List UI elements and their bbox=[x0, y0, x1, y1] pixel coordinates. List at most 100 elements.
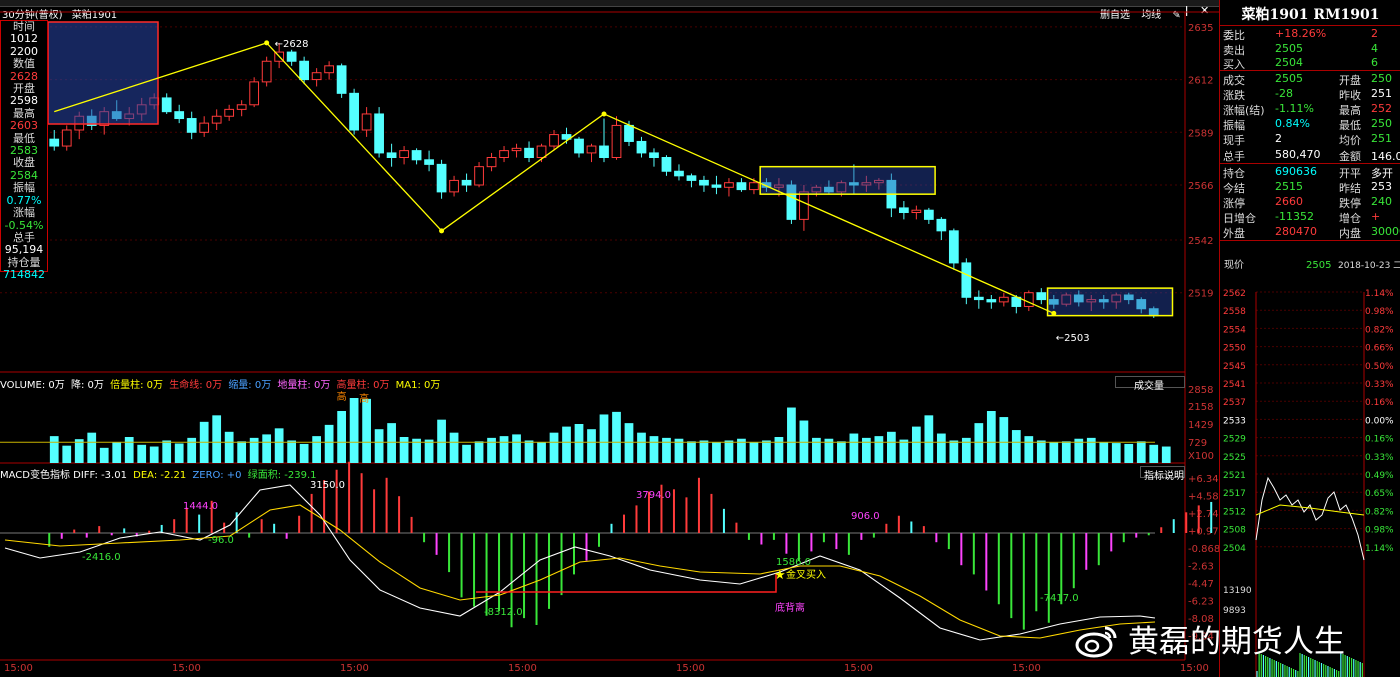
volume-bar bbox=[337, 411, 346, 463]
quote-value: 30000 bbox=[1371, 225, 1400, 238]
candle bbox=[998, 296, 1009, 303]
volume-bar bbox=[1099, 442, 1109, 463]
mini-pct-tick: 0.65% bbox=[1365, 489, 1394, 499]
time-label: 15:00 bbox=[340, 663, 369, 674]
volume-bar bbox=[862, 437, 871, 463]
golden-cross-note: 金叉买入 bbox=[786, 568, 826, 581]
volume-bar bbox=[237, 441, 247, 463]
volume-bar bbox=[374, 429, 384, 463]
volume-bar bbox=[587, 429, 596, 463]
quote-value: 250 bbox=[1371, 72, 1392, 85]
candle bbox=[499, 150, 509, 158]
volume-bar bbox=[187, 437, 197, 463]
quote-row: 日增仓 -11352 增仓 + bbox=[1223, 210, 1400, 225]
candle bbox=[399, 150, 409, 158]
quote-value: 2515 bbox=[1275, 180, 1303, 193]
indicator-select[interactable]: 成交量 bbox=[1115, 376, 1185, 392]
candle bbox=[524, 147, 534, 158]
candle bbox=[386, 152, 397, 159]
quote-value: 2504 bbox=[1275, 56, 1303, 69]
volume-bar bbox=[774, 437, 784, 463]
quote-value: 240 bbox=[1371, 195, 1392, 208]
quote-divider bbox=[1220, 163, 1400, 164]
info-row: 714842 bbox=[3, 268, 45, 282]
macd-tick-label: -6.23 bbox=[1188, 597, 1214, 608]
candle bbox=[724, 182, 734, 188]
volume-bar bbox=[899, 439, 909, 463]
quote-label: 最高 bbox=[1339, 104, 1361, 117]
mini-price-tick: 2504 bbox=[1223, 544, 1246, 554]
volume-bar bbox=[537, 442, 546, 463]
volume-bar bbox=[1061, 441, 1071, 463]
candle bbox=[799, 191, 809, 220]
info-row: 收盘 bbox=[13, 156, 35, 170]
candle bbox=[923, 209, 934, 220]
candle bbox=[511, 147, 522, 152]
vol-item: 缩量: 0万 bbox=[228, 380, 272, 391]
macd-item: MACD变色指标 DIFF: -3.01 bbox=[0, 470, 127, 481]
volume-bar bbox=[687, 441, 696, 463]
candle bbox=[286, 51, 297, 62]
vol-item: 倍量柱: 0万 bbox=[110, 380, 164, 391]
macd-value-label: -2416.0 bbox=[82, 552, 121, 563]
mini-pct-tick: 0.82% bbox=[1365, 325, 1394, 335]
mini-price-tick: 2517 bbox=[1223, 489, 1246, 499]
mini-pct-tick: 0.33% bbox=[1365, 380, 1394, 390]
volume-bar bbox=[99, 447, 109, 463]
volume-bar bbox=[1011, 430, 1021, 463]
volume-bar bbox=[961, 437, 971, 463]
candle bbox=[174, 111, 185, 120]
mini-price-tick: 2508 bbox=[1223, 526, 1246, 536]
volume-high-label: 高 bbox=[337, 390, 347, 403]
candle bbox=[649, 152, 659, 159]
quote-value: +18.26% bbox=[1275, 27, 1327, 40]
volume-bar bbox=[62, 445, 72, 463]
quote-row: 委比 +18.26% 2 bbox=[1223, 27, 1400, 42]
volume-bar bbox=[874, 436, 884, 463]
quote-value: 2660 bbox=[1275, 195, 1303, 208]
candle bbox=[686, 175, 697, 181]
quote-value: 多开 bbox=[1371, 167, 1393, 180]
time-label: 15:00 bbox=[508, 663, 537, 674]
candle bbox=[898, 207, 909, 214]
time-label: 15:00 bbox=[844, 663, 873, 674]
time-label: 15:00 bbox=[676, 663, 705, 674]
price-tick-label: 2612 bbox=[1188, 76, 1213, 87]
volume-bar bbox=[637, 432, 646, 463]
quote-row: 涨停 2660 跌停 240 bbox=[1223, 195, 1400, 210]
volume-tick-label: 2158 bbox=[1188, 402, 1213, 413]
volume-bar bbox=[787, 407, 796, 463]
mini-price-line bbox=[1255, 476, 1365, 561]
quote-panel: 菜粕1901 RM1901 现价 2505 2018-10-23 二 2562 1.14… bbox=[1219, 0, 1400, 677]
quote-label: 最低 bbox=[1339, 119, 1361, 132]
mini-price-tick: 2545 bbox=[1223, 362, 1246, 372]
quote-row: 涨跌 -28 昨收 251 bbox=[1223, 87, 1400, 102]
candle bbox=[299, 60, 310, 81]
quote-label: 昨结 bbox=[1339, 182, 1361, 195]
mini-price-tick: 2558 bbox=[1223, 307, 1246, 317]
quote-row: 持仓 690636 开平 多开 bbox=[1223, 165, 1400, 180]
indicator-help-button[interactable]: 指标说明 bbox=[1140, 466, 1185, 482]
candlestick-chart[interactable]: 2635 2612 2589 2566 2542 2519 ←2628 ←2503 15:00 1… bbox=[0, 0, 1219, 677]
candle bbox=[674, 170, 684, 177]
candle bbox=[736, 182, 747, 191]
time-label: 15:00 bbox=[1180, 663, 1209, 674]
macd-value-label: 3150.0 bbox=[310, 480, 345, 491]
quote-value: 2505 bbox=[1275, 72, 1303, 85]
quote-label: 金额 bbox=[1339, 150, 1361, 163]
consolidation-box bbox=[1046, 287, 1174, 317]
candle bbox=[361, 113, 372, 131]
quote-value: -11352 bbox=[1275, 210, 1314, 223]
volume-bar bbox=[649, 436, 659, 463]
candle bbox=[624, 124, 634, 142]
mini-price-tick: 2533 bbox=[1223, 416, 1246, 426]
volume-bar bbox=[849, 433, 859, 463]
volume-tick-label: X100 bbox=[1188, 451, 1214, 462]
volume-bar bbox=[949, 440, 959, 463]
volume-bar bbox=[74, 439, 84, 463]
info-row: 95,194 bbox=[4, 243, 44, 257]
info-row: 2598 bbox=[10, 94, 38, 108]
mini-pct-tick: 0.82% bbox=[1365, 507, 1394, 517]
consolidation-box bbox=[759, 165, 936, 195]
mini-volume-tick: 9893 bbox=[1223, 606, 1246, 616]
